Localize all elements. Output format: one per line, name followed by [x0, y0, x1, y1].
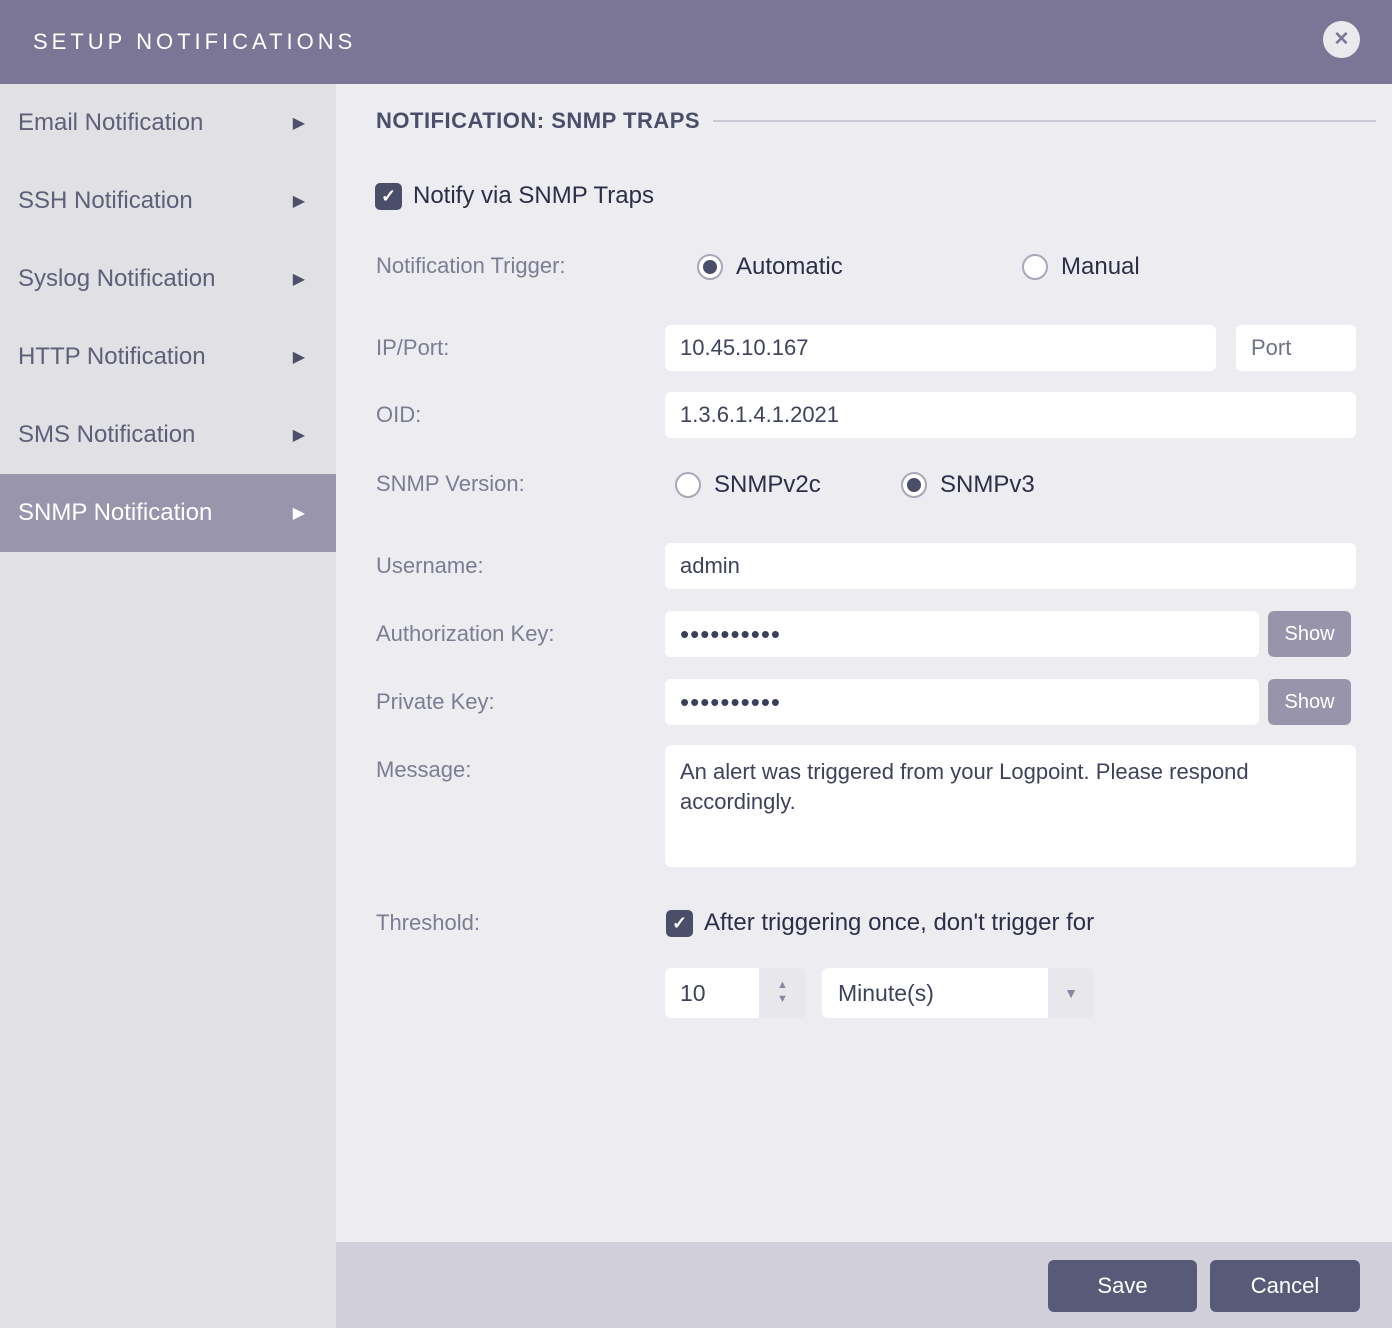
message-textarea[interactable]: An alert was triggered from your Logpoin…	[665, 745, 1356, 867]
version-v2c-label: SNMPv2c	[714, 471, 821, 498]
sidebar-item-email-notification[interactable]: Email Notification ▶	[0, 84, 336, 162]
trigger-manual-radio[interactable]: Manual	[1022, 253, 1140, 281]
section-header: NOTIFICATION: SNMP TRAPS	[376, 108, 1376, 134]
authorization-key-show-button[interactable]: Show	[1268, 611, 1351, 657]
chevron-right-icon: ▶	[292, 115, 305, 132]
check-icon: ✓	[671, 912, 688, 933]
sidebar-item-label: SNMP Notification	[18, 499, 213, 526]
check-icon: ✓	[380, 185, 397, 206]
sidebar-item-syslog-notification[interactable]: Syslog Notification ▶	[0, 240, 336, 318]
authorization-key-input[interactable]	[665, 611, 1259, 657]
ip-input[interactable]	[665, 325, 1216, 371]
version-v3-label: SNMPv3	[940, 471, 1035, 498]
private-key-label: Private Key:	[376, 689, 495, 714]
sidebar-item-label: SSH Notification	[18, 187, 193, 214]
threshold-unit-value: Minute(s)	[838, 979, 934, 1006]
trigger-automatic-radio[interactable]: Automatic	[697, 253, 843, 281]
chevron-right-icon: ▶	[292, 505, 305, 522]
notify-via-snmp-checkbox[interactable]: ✓	[375, 182, 402, 210]
cancel-button[interactable]: Cancel	[1210, 1260, 1360, 1312]
close-icon: ✕	[1333, 29, 1350, 50]
sidebar-item-snmp-notification[interactable]: SNMP Notification ▶	[0, 474, 336, 552]
username-label: Username:	[376, 553, 484, 578]
sidebar-item-label: Email Notification	[18, 109, 204, 136]
message-label: Message:	[376, 757, 472, 782]
notification-trigger-label: Notification Trigger:	[376, 253, 566, 278]
close-button[interactable]: ✕	[1323, 21, 1360, 58]
dropdown-arrow: ▼	[1048, 968, 1094, 1018]
sidebar-item-label: Syslog Notification	[18, 265, 216, 292]
save-button[interactable]: Save	[1048, 1260, 1197, 1312]
sidebar-item-ssh-notification[interactable]: SSH Notification ▶	[0, 162, 336, 240]
chevron-right-icon: ▶	[292, 271, 305, 288]
radio-selected-icon	[697, 254, 723, 280]
chevron-right-icon: ▶	[292, 193, 305, 210]
oid-input[interactable]	[665, 392, 1356, 438]
dialog-header: SETUP NOTIFICATIONS ✕	[0, 0, 1392, 84]
threshold-amount-stepper: ▲ ▼	[665, 968, 806, 1018]
radio-selected-icon	[901, 472, 927, 498]
authorization-key-label: Authorization Key:	[376, 621, 555, 646]
section-divider	[713, 120, 1376, 122]
caret-down-icon: ▼	[777, 993, 788, 1005]
section-title: NOTIFICATION: SNMP TRAPS	[376, 108, 701, 133]
chevron-right-icon: ▶	[292, 427, 305, 444]
dialog-footer: Save Cancel	[336, 1242, 1392, 1328]
radio-unselected-icon	[675, 472, 701, 498]
threshold-checkbox[interactable]: ✓	[666, 909, 693, 937]
sidebar-item-sms-notification[interactable]: SMS Notification ▶	[0, 396, 336, 474]
threshold-unit-dropdown[interactable]: Minute(s) ▼	[822, 968, 1094, 1018]
username-input[interactable]	[665, 543, 1356, 589]
notify-via-snmp-label: Notify via SNMP Traps	[413, 182, 654, 209]
threshold-row: ✓ After triggering once, don't trigger f…	[666, 909, 1094, 937]
sidebar-item-label: HTTP Notification	[18, 343, 206, 370]
trigger-automatic-label: Automatic	[736, 253, 843, 280]
chevron-right-icon: ▶	[292, 349, 305, 366]
version-v3-radio[interactable]: SNMPv3	[901, 471, 1035, 499]
private-key-input[interactable]	[665, 679, 1259, 725]
sidebar-item-http-notification[interactable]: HTTP Notification ▶	[0, 318, 336, 396]
notification-sidebar: Email Notification ▶ SSH Notification ▶ …	[0, 84, 336, 1328]
dialog-title: SETUP NOTIFICATIONS	[33, 29, 357, 54]
trigger-manual-label: Manual	[1061, 253, 1140, 280]
notify-via-snmp-row: ✓ Notify via SNMP Traps	[375, 182, 654, 210]
caret-down-icon: ▼	[1064, 985, 1078, 1001]
oid-label: OID:	[376, 402, 422, 427]
threshold-checkbox-label: After triggering once, don't trigger for	[704, 909, 1095, 936]
snmp-version-label: SNMP Version:	[376, 471, 525, 496]
private-key-show-button[interactable]: Show	[1268, 679, 1351, 725]
caret-up-icon: ▲	[777, 979, 788, 992]
stepper-arrows[interactable]: ▲ ▼	[759, 968, 806, 1018]
radio-unselected-icon	[1022, 254, 1048, 280]
ip-port-label: IP/Port:	[376, 335, 450, 360]
port-input[interactable]	[1236, 325, 1356, 371]
version-v2c-radio[interactable]: SNMPv2c	[675, 471, 821, 499]
threshold-amount-input[interactable]	[665, 968, 759, 1018]
threshold-label: Threshold:	[376, 910, 480, 935]
sidebar-item-label: SMS Notification	[18, 421, 196, 448]
snmp-traps-panel: NOTIFICATION: SNMP TRAPS ✓ Notify via SN…	[336, 84, 1392, 1242]
